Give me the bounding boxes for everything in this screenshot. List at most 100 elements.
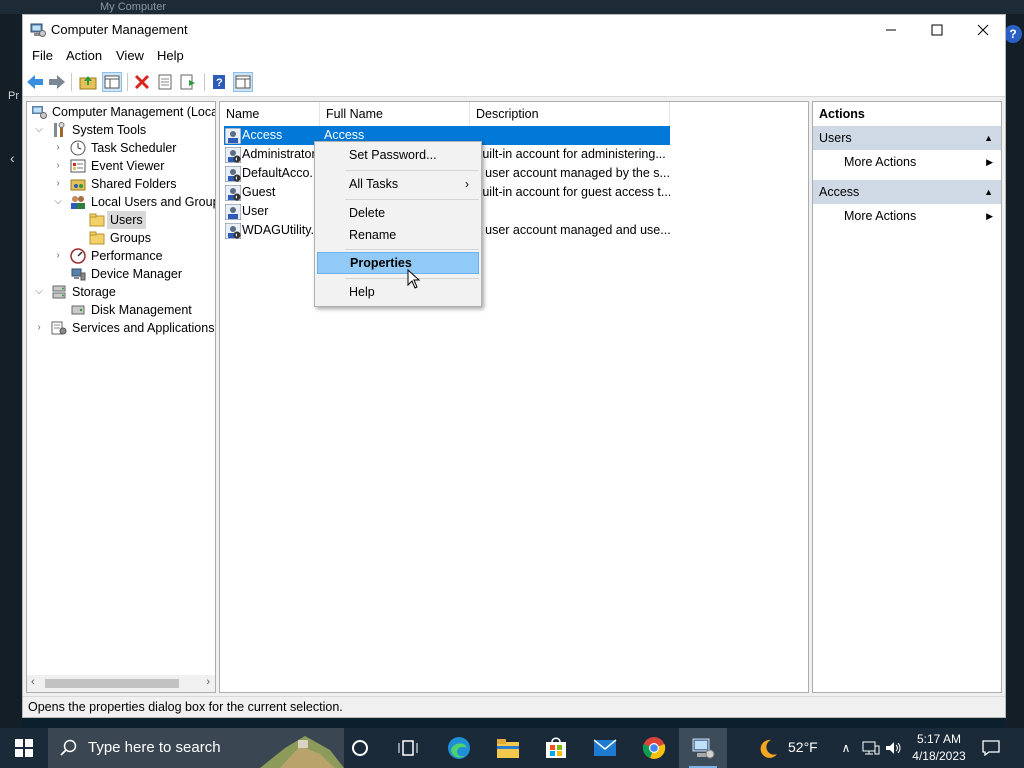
expand-chevron-icon[interactable]: › bbox=[33, 319, 45, 337]
maximize-button[interactable] bbox=[914, 15, 960, 45]
collapse-up-icon[interactable]: ▲ bbox=[984, 180, 993, 204]
expand-chevron-icon[interactable]: › bbox=[52, 247, 64, 265]
notifications-button[interactable] bbox=[981, 738, 1001, 758]
tree-label: Services and Applications bbox=[72, 321, 215, 335]
weather-temperature[interactable]: 52°F bbox=[788, 739, 818, 755]
user-name: DefaultAcco... bbox=[242, 166, 320, 180]
menu-help[interactable]: Help bbox=[157, 48, 184, 63]
scroll-thumb[interactable] bbox=[45, 679, 179, 688]
forward-button[interactable] bbox=[47, 72, 67, 92]
task-view-button[interactable] bbox=[384, 728, 432, 768]
column-header-description[interactable]: Description bbox=[470, 102, 670, 126]
show-hide-console-tree-button[interactable] bbox=[102, 72, 122, 92]
scroll-left-icon[interactable]: ‹ bbox=[31, 676, 35, 688]
up-one-level-button[interactable] bbox=[78, 72, 98, 92]
show-hide-action-pane-button[interactable] bbox=[233, 72, 253, 92]
user-name: Access bbox=[242, 128, 283, 142]
properties-button[interactable] bbox=[155, 72, 175, 92]
notification-bubble-icon bbox=[982, 740, 1000, 756]
taskbar-search-box[interactable]: Type here to search bbox=[48, 728, 344, 768]
scroll-right-icon[interactable]: › bbox=[206, 676, 210, 688]
network-icon bbox=[862, 741, 880, 755]
weather-moon-icon[interactable] bbox=[757, 738, 779, 760]
chrome-browser-icon bbox=[642, 737, 666, 759]
tree-label: Event Viewer bbox=[91, 159, 165, 173]
actions-section-users[interactable]: Users ▲ bbox=[813, 126, 1001, 150]
chrome-app-button[interactable] bbox=[630, 728, 678, 768]
more-actions-label: More Actions bbox=[844, 155, 917, 169]
volume-button[interactable] bbox=[884, 738, 904, 758]
expand-chevron-icon[interactable]: › bbox=[52, 139, 64, 157]
computer-management-icon bbox=[32, 106, 47, 119]
folder-icon bbox=[89, 231, 105, 245]
maximize-icon bbox=[931, 24, 943, 36]
access-more-actions[interactable]: More Actions ▶ bbox=[813, 204, 1001, 228]
network-button[interactable] bbox=[861, 738, 881, 758]
forward-arrow-icon bbox=[49, 75, 65, 89]
more-actions-label: More Actions bbox=[844, 209, 917, 223]
clock-date: 4/18/2023 bbox=[912, 749, 966, 763]
action-pane-icon bbox=[235, 75, 251, 89]
collapse-chevron-icon[interactable]: ⌵ bbox=[33, 121, 45, 139]
mouse-cursor-icon bbox=[407, 269, 421, 289]
column-header-full-name[interactable]: Full Name bbox=[320, 102, 470, 126]
menu-file[interactable]: File bbox=[32, 48, 53, 63]
tree-horizontal-scrollbar[interactable]: ‹ › bbox=[27, 675, 215, 692]
export-list-button[interactable] bbox=[178, 72, 198, 92]
export-list-icon bbox=[180, 74, 195, 90]
show-hidden-icons-button[interactable]: ∧ bbox=[836, 738, 856, 758]
menu-view[interactable]: View bbox=[116, 48, 144, 63]
collapse-chevron-icon[interactable]: ⌵ bbox=[33, 283, 45, 301]
edge-app-button[interactable] bbox=[435, 728, 483, 768]
minimize-button[interactable] bbox=[868, 15, 914, 45]
file-explorer-folder-icon bbox=[497, 739, 519, 758]
actions-title: Actions bbox=[819, 107, 865, 121]
ctx-help[interactable]: Help bbox=[317, 281, 479, 303]
tree-label: Computer Management (Local bbox=[52, 105, 216, 119]
users-more-actions[interactable]: More Actions ▶ bbox=[813, 150, 1001, 174]
expand-chevron-icon[interactable]: › bbox=[52, 157, 64, 175]
ctx-all-tasks[interactable]: All Tasks › bbox=[317, 173, 479, 195]
user-disabled-icon bbox=[225, 147, 241, 163]
close-button[interactable] bbox=[960, 15, 1006, 45]
start-button[interactable] bbox=[0, 728, 48, 768]
user-disabled-icon bbox=[225, 166, 241, 182]
ctx-set-password[interactable]: Set Password... bbox=[317, 144, 479, 166]
ctx-rename[interactable]: Rename bbox=[317, 224, 479, 246]
expand-chevron-icon[interactable]: › bbox=[52, 175, 64, 193]
clock-icon bbox=[70, 140, 86, 156]
collapse-up-icon[interactable]: ▲ bbox=[984, 126, 993, 150]
menu-bar: File Action View Help bbox=[23, 45, 1005, 67]
computer-management-app-button[interactable] bbox=[679, 728, 727, 768]
back-button[interactable] bbox=[25, 72, 45, 92]
services-icon bbox=[51, 321, 67, 335]
performance-icon bbox=[70, 248, 86, 264]
tree-label: Local Users and Groups bbox=[91, 195, 216, 209]
column-header-name[interactable]: Name bbox=[220, 102, 320, 126]
user-description: Built-in account for administering... bbox=[474, 147, 666, 161]
tree-label: Disk Management bbox=[91, 303, 192, 317]
tree-label: Users bbox=[107, 211, 146, 229]
taskbar-clock[interactable]: 5:17 AM 4/18/2023 bbox=[905, 731, 973, 765]
computer-management-icon bbox=[30, 23, 46, 37]
mail-app-button[interactable] bbox=[581, 728, 629, 768]
console-tree: Computer Management (Local ⌵ System Tool… bbox=[26, 101, 216, 693]
collapse-chevron-icon[interactable]: ⌵ bbox=[52, 193, 64, 211]
background-left-text: Pr bbox=[8, 90, 19, 102]
menu-action[interactable]: Action bbox=[66, 48, 102, 63]
microsoft-store-app-button[interactable] bbox=[532, 728, 580, 768]
file-explorer-app-button[interactable] bbox=[484, 728, 532, 768]
cortana-button[interactable] bbox=[336, 728, 384, 768]
mail-envelope-icon bbox=[593, 739, 617, 756]
tree-label: Storage bbox=[72, 285, 116, 299]
ctx-properties[interactable]: Properties bbox=[317, 252, 479, 274]
title-bar[interactable]: Computer Management bbox=[23, 15, 1005, 45]
computer-management-window: Computer Management File Action View Hel… bbox=[22, 14, 1006, 718]
toolbar-separator bbox=[204, 73, 205, 91]
user-name: WDAGUtility... bbox=[242, 223, 321, 237]
delete-button[interactable] bbox=[132, 72, 152, 92]
actions-section-access[interactable]: Access ▲ bbox=[813, 180, 1001, 204]
help-button[interactable]: ? bbox=[209, 72, 229, 92]
help-book-icon: ? bbox=[213, 75, 225, 89]
ctx-delete[interactable]: Delete bbox=[317, 202, 479, 224]
